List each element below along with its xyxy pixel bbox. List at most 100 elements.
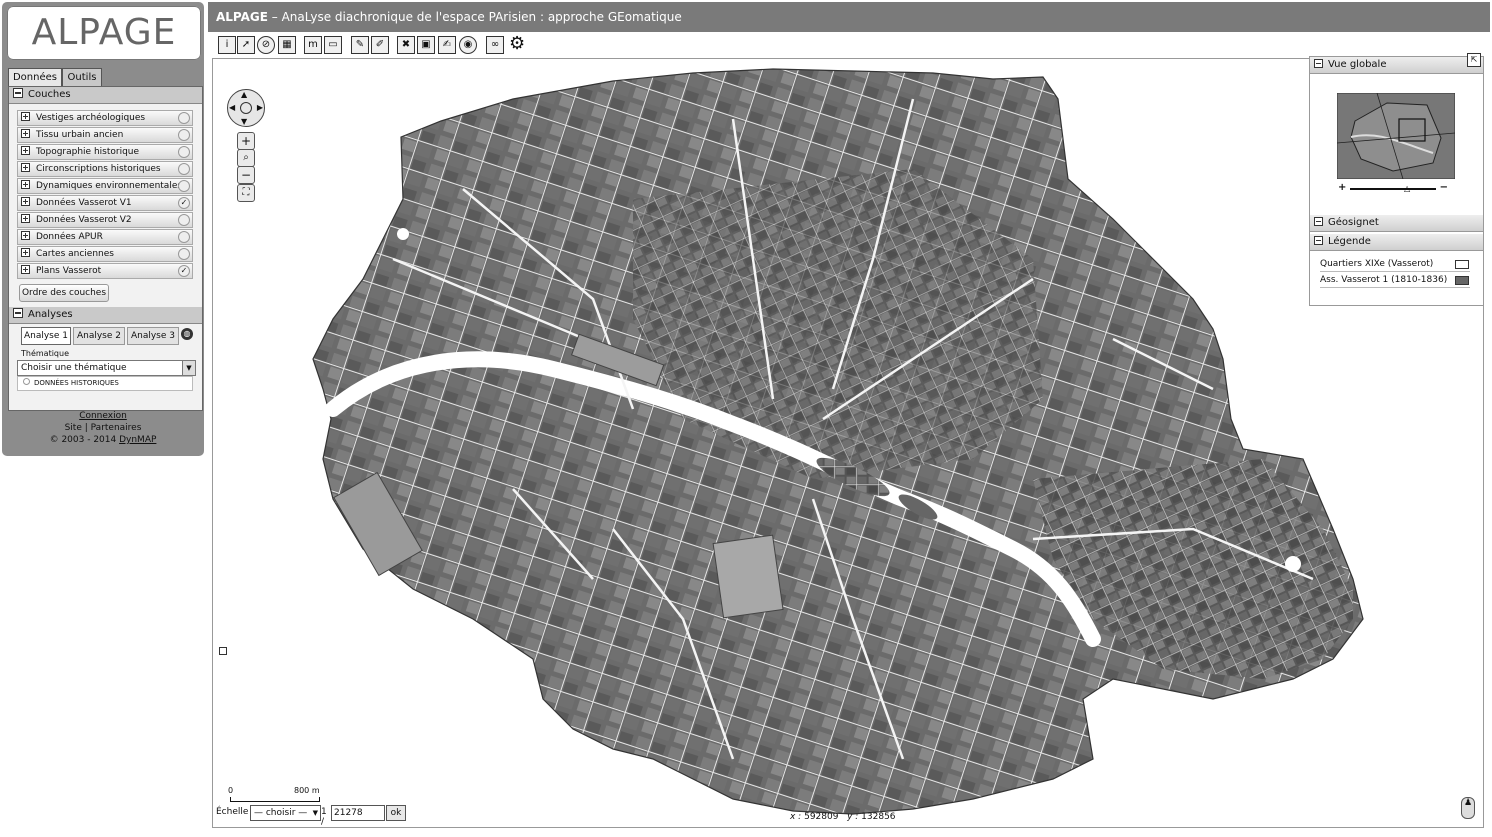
couches-header[interactable]: Couches	[9, 87, 202, 104]
chevron-down-icon[interactable]: ▼	[182, 361, 195, 375]
table-icon[interactable]: ▦	[278, 36, 296, 54]
area-measure-icon[interactable]: ▭	[324, 36, 342, 54]
street-view-icon[interactable]: ♟	[1461, 797, 1475, 819]
info-icon[interactable]: i	[218, 36, 236, 54]
draw-point-icon[interactable]: ✐	[371, 36, 389, 54]
pan-left-icon[interactable]: ◀	[229, 103, 235, 112]
overview-map[interactable]	[1337, 93, 1455, 179]
ok-button[interactable]: ok	[386, 805, 406, 821]
no-entry-icon[interactable]: ⊘	[257, 36, 275, 54]
layer-vasserot-v2[interactable]: Données Vasserot V2	[17, 212, 193, 228]
ruler-icon[interactable]: m	[304, 36, 322, 54]
zoom-in-icon[interactable]: +	[237, 132, 255, 150]
geosignet-header[interactable]: Géosignet	[1310, 215, 1483, 232]
layer-toggle-icon[interactable]	[178, 248, 190, 260]
expand-icon[interactable]	[1314, 217, 1323, 226]
tab-analyse-2[interactable]: Analyse 2	[73, 327, 125, 345]
layer-vestiges[interactable]: Vestiges archéologiques	[17, 110, 193, 126]
layer-circonscriptions[interactable]: Circonscriptions historiques	[17, 161, 193, 177]
connexion-link[interactable]: Connexion	[79, 411, 127, 421]
map-marker-icon[interactable]	[219, 647, 227, 655]
layer-plans-vasserot[interactable]: Plans Vasserot ✓	[17, 263, 193, 279]
image-icon[interactable]: ▣	[417, 36, 435, 54]
slider-track[interactable]	[1350, 188, 1436, 190]
alpage-logo[interactable]: ALPAGE	[7, 6, 201, 60]
luxembourg-garden[interactable]	[712, 534, 784, 619]
historic-data-item[interactable]: DONNÉES HISTORIQUES	[17, 376, 193, 391]
collapse-icon[interactable]	[1314, 236, 1323, 245]
place-de-la-nation[interactable]	[1285, 556, 1301, 572]
layer-toggle-icon[interactable]	[178, 163, 190, 175]
link-icon[interactable]: ∞	[486, 36, 504, 54]
zoom-plus-icon[interactable]: +	[1338, 182, 1346, 193]
layer-cartes-anciennes[interactable]: Cartes anciennes	[17, 246, 193, 262]
expand-icon[interactable]	[21, 248, 30, 257]
expand-icon[interactable]	[21, 180, 30, 189]
draw-line-icon[interactable]: ✎	[351, 36, 369, 54]
layer-toggle-icon[interactable]	[178, 112, 190, 124]
layer-toggle-icon[interactable]	[178, 129, 190, 141]
edit-icon[interactable]: ✍	[438, 36, 456, 54]
tab-analyse-3[interactable]: Analyse 3	[127, 327, 179, 345]
order-layers-button[interactable]: Ordre des couches	[19, 284, 109, 302]
collapse-icon[interactable]	[13, 308, 23, 318]
partenaires-link[interactable]: Partenaires	[91, 423, 142, 433]
paris-map[interactable]	[213, 59, 1483, 827]
full-extent-icon[interactable]: ⛶	[237, 184, 255, 202]
analyses-header[interactable]: Analyses	[9, 307, 202, 324]
tab-donnees[interactable]: Données	[8, 68, 62, 87]
expand-icon[interactable]	[21, 265, 30, 274]
collapse-icon[interactable]	[13, 88, 23, 98]
zoom-minus-icon[interactable]: −	[1440, 182, 1448, 193]
layer-checked-icon[interactable]: ✓	[178, 265, 190, 277]
tab-outils[interactable]: Outils	[62, 68, 102, 87]
zoom-box-icon[interactable]: ⌕	[237, 149, 255, 167]
overview-zoom-slider[interactable]: + △ −	[1338, 182, 1448, 193]
expand-icon[interactable]	[21, 197, 30, 206]
expand-icon[interactable]	[21, 129, 30, 138]
select-arrow-icon[interactable]: ➚	[237, 36, 255, 54]
detach-window-icon[interactable]: ⇱	[1467, 53, 1481, 67]
legende-header[interactable]: Légende	[1310, 234, 1483, 251]
scale-input[interactable]: 21278	[331, 805, 385, 821]
chevron-down-icon[interactable]: ▼	[313, 806, 318, 820]
layer-dynamiques[interactable]: Dynamiques environnementales	[17, 178, 193, 194]
radio-icon[interactable]	[23, 378, 30, 385]
layer-topographie[interactable]: Topographie historique	[17, 144, 193, 160]
layer-toggle-icon[interactable]	[178, 180, 190, 192]
expand-icon[interactable]	[21, 163, 30, 172]
site-link[interactable]: Site	[65, 423, 82, 433]
vue-globale-header[interactable]: Vue globale	[1310, 57, 1483, 74]
delete-feature-icon[interactable]: ✖	[397, 36, 415, 54]
pan-center-icon[interactable]	[240, 102, 252, 114]
coordinate-readout: x : 592809 y : 132856	[790, 812, 896, 822]
layer-toggle-icon[interactable]	[178, 231, 190, 243]
pan-up-icon[interactable]: ▲	[241, 90, 247, 99]
place-etoile[interactable]	[397, 228, 409, 240]
dynmap-link[interactable]: DynMAP	[119, 435, 156, 445]
layer-apur[interactable]: Données APUR	[17, 229, 193, 245]
layer-label: Données APUR	[36, 232, 103, 242]
expand-icon[interactable]	[21, 146, 30, 155]
pan-right-icon[interactable]: ▶	[257, 103, 263, 112]
layer-vasserot-v1[interactable]: Données Vasserot V1 ✓	[17, 195, 193, 211]
slider-thumb[interactable]: △	[1404, 184, 1410, 193]
marker-icon[interactable]: ◉	[459, 36, 477, 54]
layer-toggle-icon[interactable]	[178, 214, 190, 226]
gear-icon[interactable]: ⚙	[509, 34, 525, 54]
layer-toggle-icon[interactable]	[178, 146, 190, 158]
scale-select[interactable]: — choisir — ▼	[250, 805, 321, 821]
map-viewport[interactable]: ▲ ▼ ◀ ▶ + ⌕ − ⛶ ♟	[212, 58, 1484, 828]
pan-control[interactable]: ▲ ▼ ◀ ▶	[227, 89, 265, 127]
layer-checked-icon[interactable]: ✓	[178, 197, 190, 209]
collapse-icon[interactable]	[1314, 59, 1323, 68]
thematic-select[interactable]: Choisir une thématique ▼	[17, 360, 196, 376]
expand-icon[interactable]	[21, 214, 30, 223]
layer-tissu[interactable]: Tissu urbain ancien	[17, 127, 193, 143]
pan-down-icon[interactable]: ▼	[241, 117, 247, 126]
expand-icon[interactable]	[21, 112, 30, 121]
globe-icon[interactable]: ◍	[181, 328, 193, 340]
expand-icon[interactable]	[21, 231, 30, 240]
tab-analyse-1[interactable]: Analyse 1	[21, 327, 71, 345]
zoom-out-icon[interactable]: −	[237, 166, 255, 184]
